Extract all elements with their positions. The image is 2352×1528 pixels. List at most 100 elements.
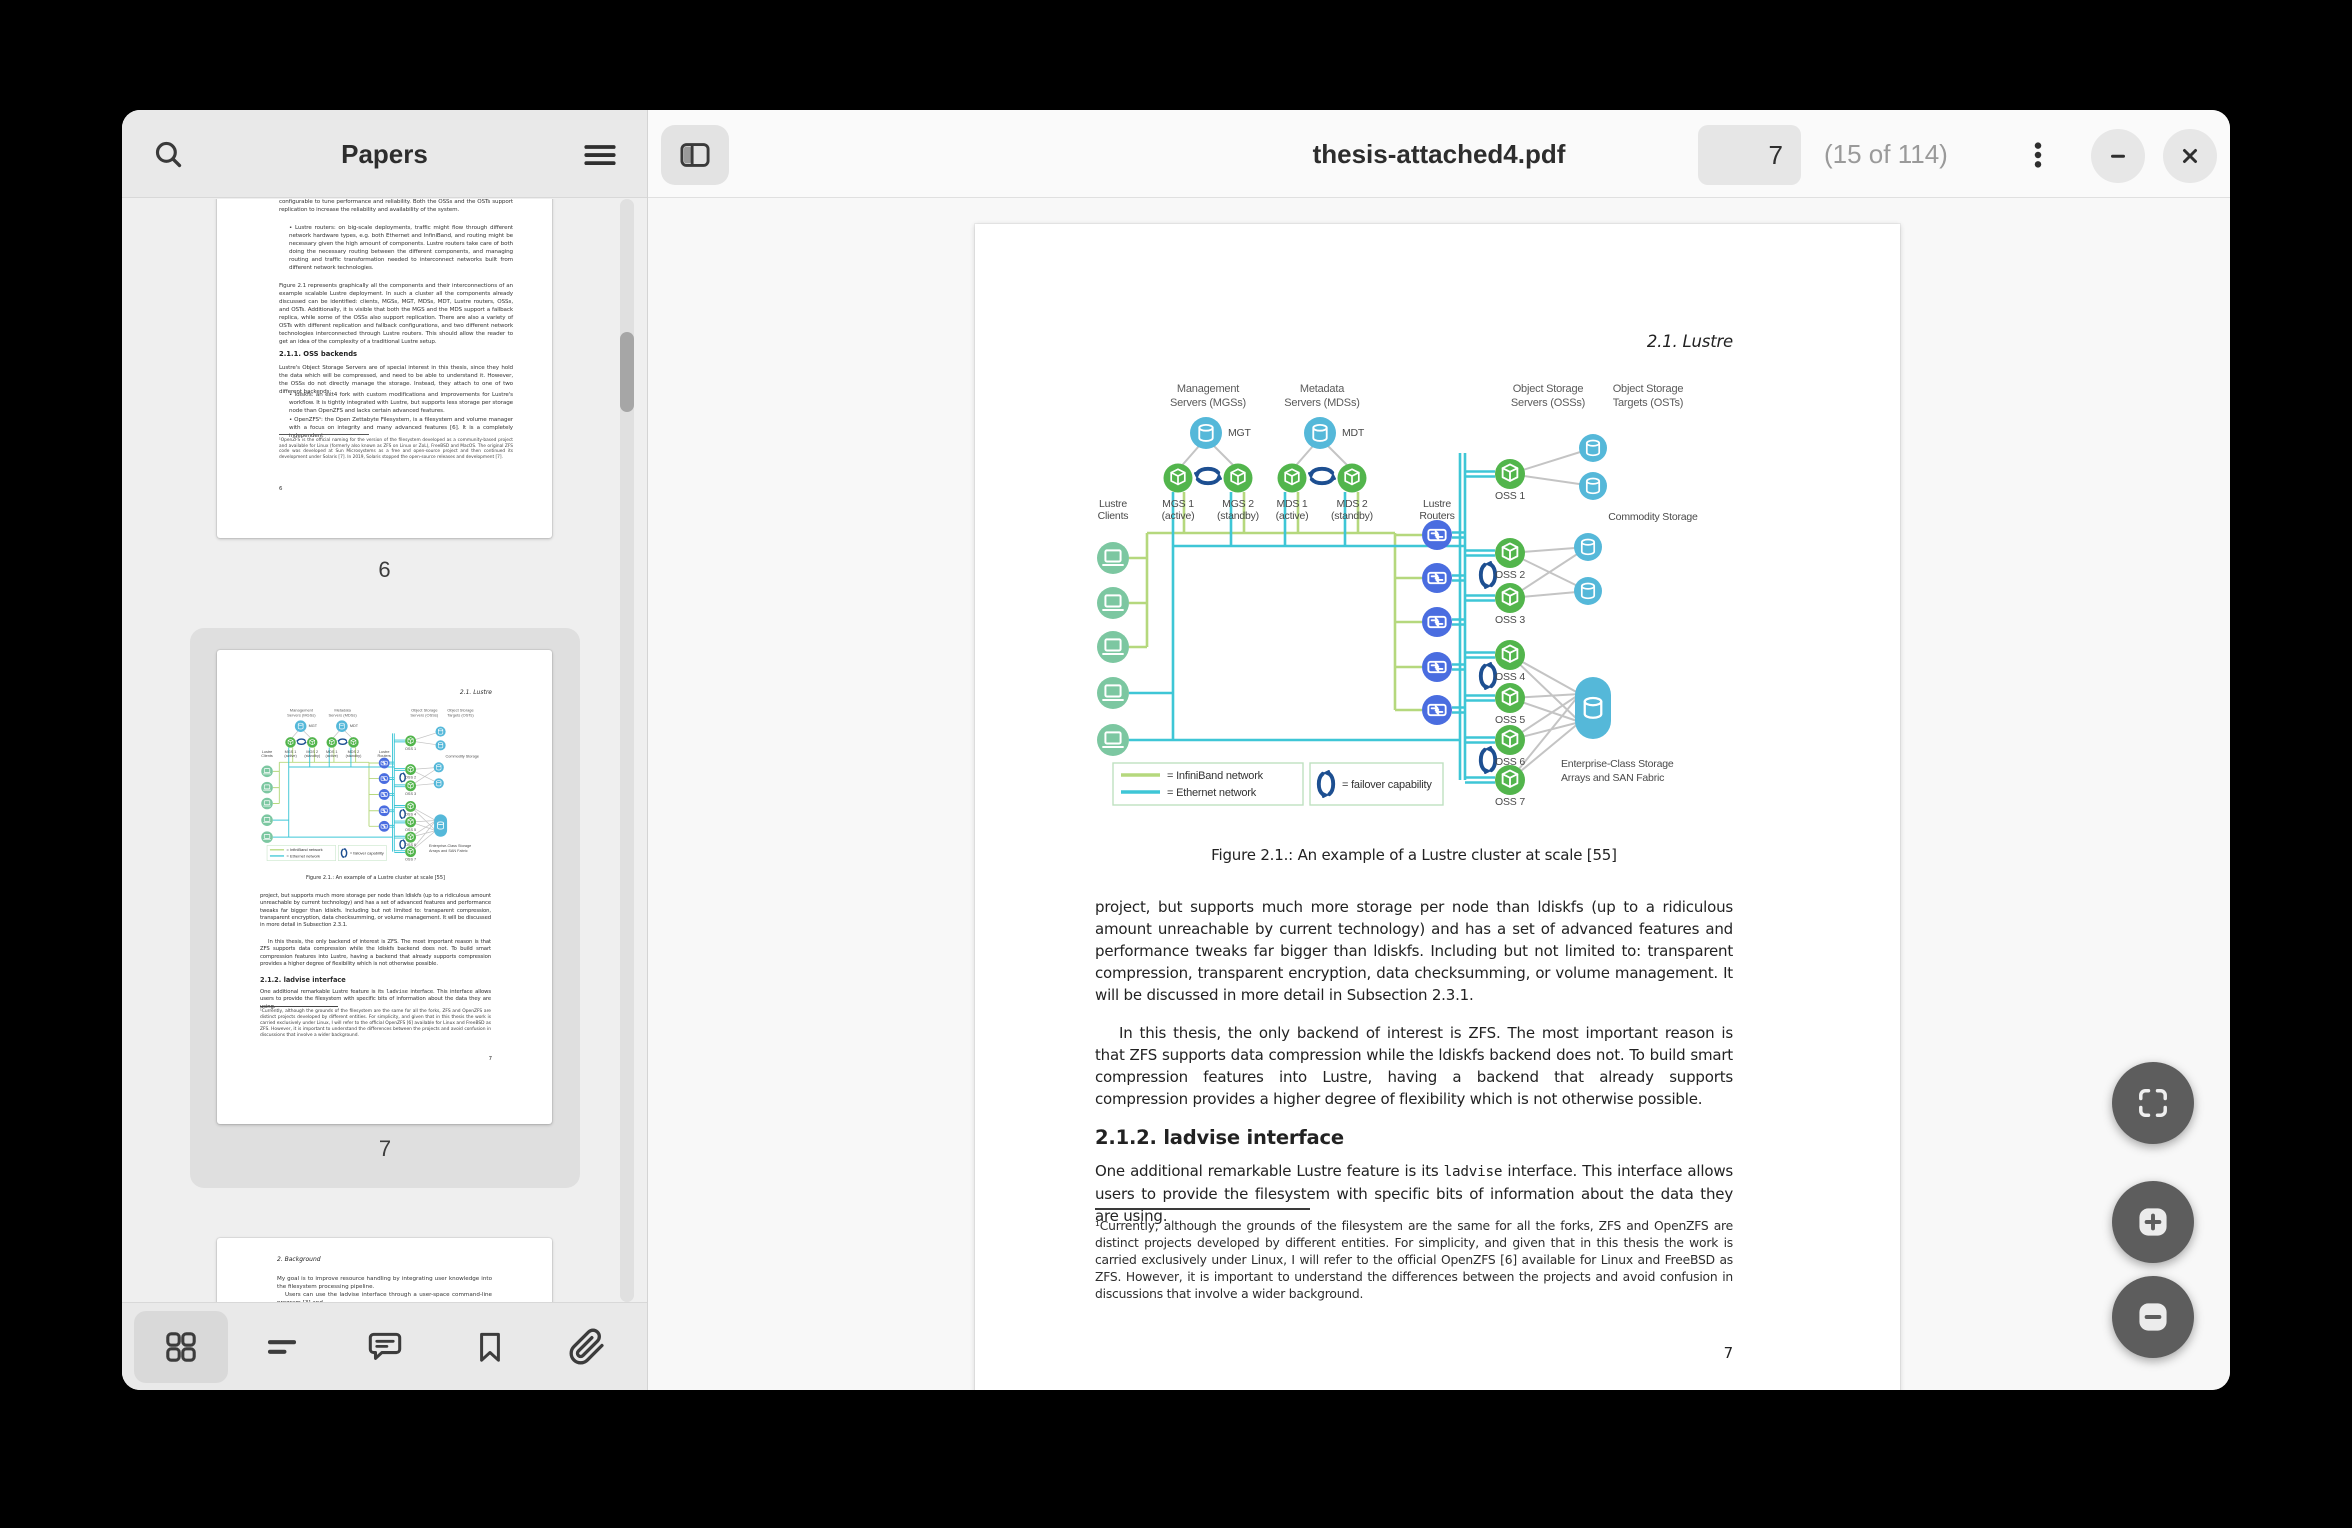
mini-paragraph: In this thesis, the only backend of inte… [260, 939, 491, 968]
app-title: Papers [122, 110, 647, 198]
storage-target-nodes [1574, 434, 1611, 739]
thumb6-text: configurable to tune performance and rel… [279, 199, 513, 214]
document-title: thesis-attached4.pdf [648, 110, 2230, 198]
svg-text:MGT: MGT [1228, 427, 1252, 439]
page-count-label: (15 of 114) [1824, 110, 1948, 198]
kebab-menu-icon [2023, 140, 2053, 170]
svg-text:Object Storage: Object Storage [1613, 383, 1684, 395]
svg-text:(active): (active) [1276, 510, 1309, 522]
outline-icon [264, 1329, 300, 1365]
mini-footnote-rule [260, 1006, 338, 1007]
document-viewer: 2.1. Lustre [648, 199, 2230, 1390]
mgt-node: MGT [1190, 417, 1252, 449]
failover-arrow-icon [1481, 746, 1495, 775]
sidebar-scrollbar-thumb[interactable] [620, 332, 634, 412]
attachments-icon [568, 1328, 606, 1366]
thumb6-footnote: ¹OpenZFS is the official naming for the … [279, 438, 513, 460]
diagram-legend: = InfiniBand network = Ethernet network … [1113, 763, 1443, 805]
body-paragraph: In this thesis, the only backend of inte… [1095, 1022, 1733, 1110]
hamburger-menu-icon [583, 138, 617, 172]
svg-text:OSS 6: OSS 6 [1495, 756, 1525, 768]
main-menu-button[interactable] [577, 132, 623, 178]
sidebar-tab-outline[interactable] [235, 1311, 329, 1383]
svg-text:= InfiniBand network: = InfiniBand network [1167, 770, 1264, 782]
svg-text:(standby): (standby) [1217, 510, 1259, 522]
mdt-node: MDT [1304, 417, 1365, 449]
mini-lustre-diagram [258, 706, 493, 862]
section-heading: 2.1.2. ladvise interface [1095, 1126, 1344, 1149]
svg-text:Servers (OSSs): Servers (OSSs) [1511, 397, 1585, 409]
thumb8-heading: 2. Background [277, 1256, 321, 1263]
pdf-page: 2.1. Lustre [975, 224, 1900, 1390]
sidebar-tab-bookmarks[interactable] [443, 1311, 537, 1383]
failover-arrow-icon [1308, 469, 1337, 483]
main-area: thesis-attached4.pdf (15 of 114) [647, 110, 2230, 1390]
sidebar-scrollbar-track[interactable] [620, 199, 634, 1302]
mini-running-head: 2.1. Lustre [460, 689, 492, 696]
svg-text:Servers (MGSs): Servers (MGSs) [1170, 397, 1246, 409]
body-paragraph: project, but supports much more storage … [1095, 896, 1733, 1006]
close-icon [2176, 142, 2204, 170]
server-node-labels: MGS 1 (active) MGS 2 (standby) MDS 1 (ac… [1098, 498, 1455, 522]
thumb6-page-number: 6 [279, 486, 282, 492]
page-number-input[interactable] [1698, 125, 1801, 185]
svg-text:OSS 2: OSS 2 [1495, 569, 1525, 581]
sidebar: Papers configurable to tune performance … [122, 110, 647, 1390]
running-head: 2.1. Lustre [1647, 332, 1733, 351]
svg-text:MDS 1: MDS 1 [1276, 498, 1307, 510]
svg-text:Lustre: Lustre [1423, 498, 1451, 510]
papers-window: Papers configurable to tune performance … [122, 110, 2230, 1390]
svg-text:OSS 1: OSS 1 [1495, 490, 1525, 502]
thumb6-text: Figure 2.1 represents graphically all th… [279, 282, 513, 346]
svg-text:OSS 3: OSS 3 [1495, 614, 1525, 626]
mgs-mds-nodes [1164, 464, 1367, 493]
zoom-in-icon [2134, 1203, 2172, 1241]
fit-page-icon [2135, 1085, 2171, 1121]
thumb6-text: • Lustre routers: on big-scale deploymen… [279, 224, 513, 272]
svg-text:Arrays and SAN Fabric: Arrays and SAN Fabric [1561, 772, 1664, 784]
sidebar-header: Papers [122, 110, 647, 198]
mini-footnote: ¹Currently, although the grounds of the … [260, 1009, 491, 1039]
zoom-out-icon [2134, 1298, 2172, 1336]
mini-caption: Figure 2.1.: An example of a Lustre clus… [260, 875, 491, 881]
diagram-column-labels: Management Servers (MGSs) Metadata Serve… [1170, 383, 1683, 409]
close-button[interactable] [2163, 129, 2217, 183]
oss-nodes [1481, 459, 1525, 795]
sidebar-tab-attachments[interactable] [540, 1311, 634, 1383]
bookmarks-icon [472, 1329, 508, 1365]
svg-text:= Ethernet network: = Ethernet network [1167, 787, 1257, 799]
zoom-out-button[interactable] [2112, 1276, 2194, 1358]
thumb6-footnote-rule [279, 434, 369, 435]
zoom-in-button[interactable] [2112, 1181, 2194, 1263]
thumbnail-selected-highlight: 2.1. Lustre Figure 2.1.: An example of a… [190, 628, 580, 1188]
svg-text:Servers (MDSs): Servers (MDSs) [1284, 397, 1359, 409]
thumbnail-label-7: 7 [190, 1136, 580, 1162]
footnote: ¹Currently, although the grounds of the … [1095, 1218, 1733, 1303]
mini-paragraph: One additional remarkable Lustre feature… [260, 989, 491, 1011]
svg-text:Management: Management [1177, 383, 1239, 395]
sidebar-tab-thumbnails[interactable] [134, 1311, 228, 1383]
mini-page-number: 7 [489, 1056, 492, 1062]
thumb6-text: • ldiskfs: an ext4 fork with custom modi… [279, 391, 513, 415]
thumbnail-label-6: 6 [217, 557, 552, 583]
more-options-button[interactable] [2014, 131, 2062, 179]
minimize-button[interactable] [2091, 129, 2145, 183]
fit-page-button[interactable] [2112, 1062, 2194, 1144]
svg-text:(standby): (standby) [1331, 510, 1373, 522]
lustre-client-nodes [1097, 542, 1129, 756]
thumb6-text: • OpenZFS¹: the Open Zettabyte Filesyste… [279, 416, 513, 440]
svg-text:Metadata: Metadata [1300, 383, 1345, 395]
minimize-icon [2104, 142, 2132, 170]
svg-text:Lustre: Lustre [1099, 498, 1127, 510]
thumbnail-page-7[interactable]: 2.1. Lustre Figure 2.1.: An example of a… [217, 650, 552, 1124]
lustre-router-nodes [1422, 520, 1452, 725]
thumbnail-page-8[interactable]: 2. Background My goal is to improve reso… [217, 1238, 552, 1302]
footnote-rule [1095, 1208, 1310, 1210]
thumbnail-page-6[interactable]: configurable to tune performance and rel… [217, 199, 552, 538]
sidebar-tab-annotations[interactable] [338, 1311, 432, 1383]
svg-text:MDT: MDT [1342, 427, 1365, 439]
thumbnail-list: configurable to tune performance and rel… [122, 199, 647, 1302]
mini-section-heading: 2.1.2. ladvise interface [260, 976, 346, 984]
main-headerbar: thesis-attached4.pdf (15 of 114) [648, 110, 2230, 198]
svg-text:OSS 7: OSS 7 [1495, 796, 1525, 808]
